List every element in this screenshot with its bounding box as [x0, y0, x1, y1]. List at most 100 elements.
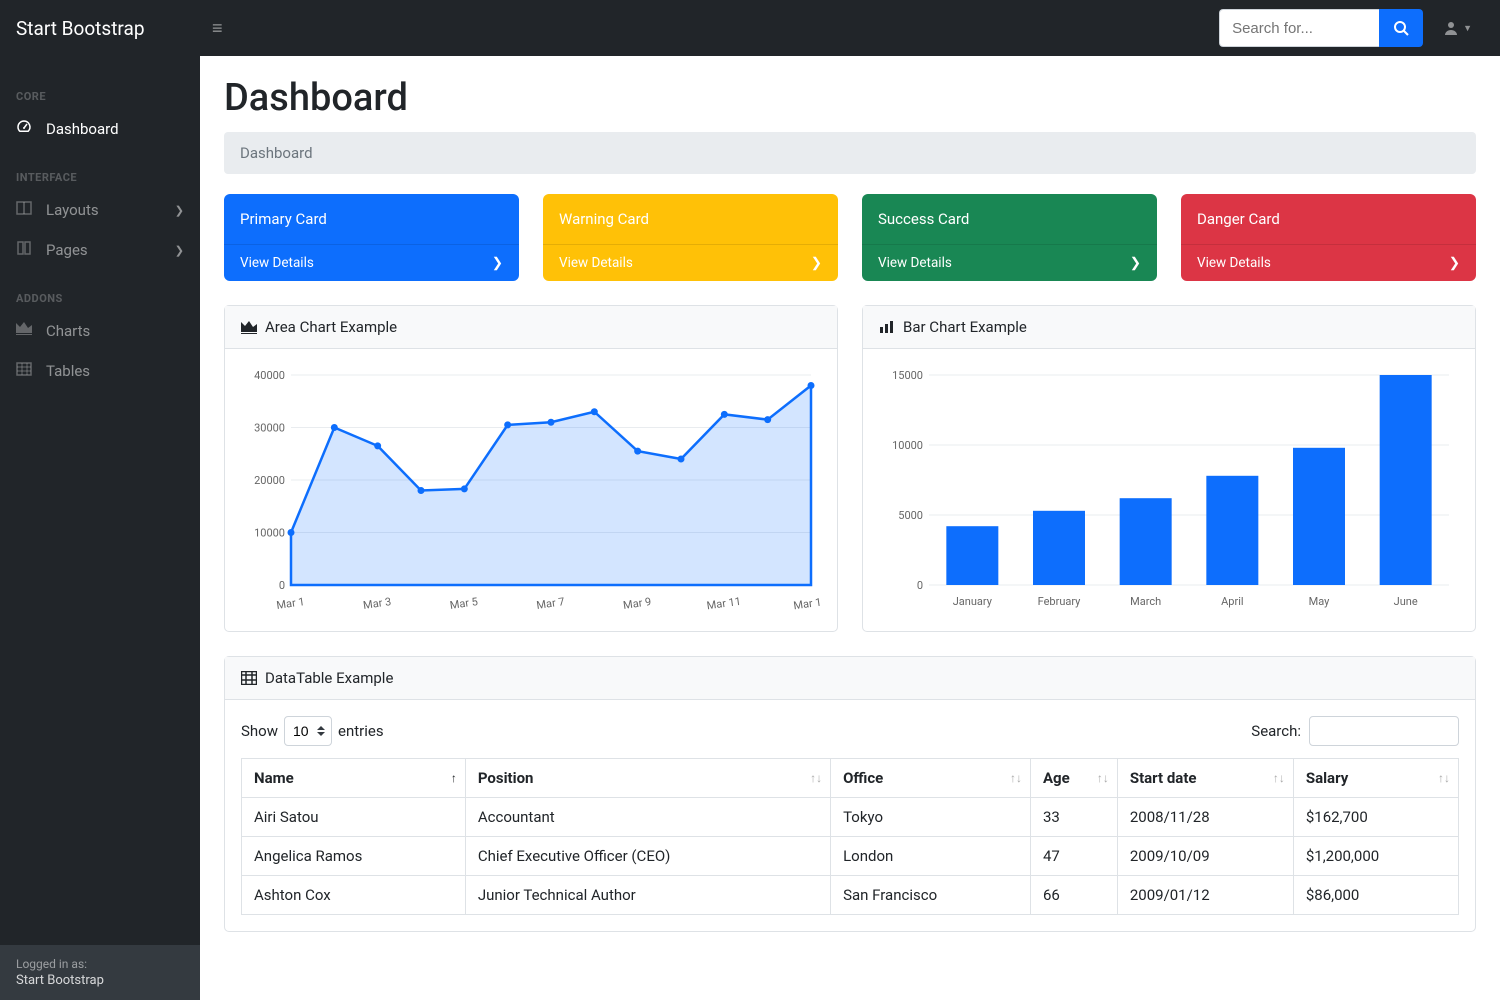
table-row: Angelica RamosChief Executive Officer (C… [242, 837, 1459, 876]
primary-card: Primary CardView Details❯ [224, 194, 519, 281]
table-cell: 2009/01/12 [1117, 876, 1293, 915]
table-cell: San Francisco [831, 876, 1031, 915]
table-icon [241, 671, 257, 685]
svg-text:February: February [1038, 595, 1082, 608]
svg-text:30000: 30000 [254, 422, 285, 435]
sidebar-item-label: Dashboard [46, 120, 119, 138]
chevron-right-icon: ❯ [492, 255, 503, 271]
view-details-link[interactable]: View Details❯ [1181, 244, 1476, 281]
sidebar-item-tables[interactable]: Tables [0, 351, 200, 391]
user-icon [1443, 20, 1459, 36]
table-cell: 66 [1030, 876, 1117, 915]
warning-card: Warning CardView Details❯ [543, 194, 838, 281]
table-row: Airi SatouAccountantTokyo332008/11/28$16… [242, 798, 1459, 837]
svg-text:Mar 1: Mar 1 [276, 595, 306, 612]
sidebar-item-pages[interactable]: Pages❯ [0, 230, 200, 270]
book-icon [16, 240, 38, 260]
table-cell: Tokyo [831, 798, 1031, 837]
columns-icon [16, 200, 38, 220]
area-chart-icon [241, 320, 257, 334]
column-header[interactable]: Position↑↓ [465, 759, 830, 798]
sort-icon: ↑↓ [1010, 771, 1022, 785]
hamburger-icon: ≡ [212, 18, 223, 38]
view-details-link[interactable]: View Details❯ [543, 244, 838, 281]
sidebar-item-layouts[interactable]: Layouts❯ [0, 190, 200, 230]
svg-text:15000: 15000 [892, 369, 923, 382]
table-row: Ashton CoxJunior Technical AuthorSan Fra… [242, 876, 1459, 915]
page-title: Dashboard [224, 76, 1476, 120]
sort-icon: ↑↓ [1273, 771, 1285, 785]
datatable-panel: DataTable Example Show 10 entries Search… [224, 656, 1476, 932]
svg-text:20000: 20000 [254, 474, 285, 487]
svg-text:40000: 40000 [254, 369, 285, 382]
column-header[interactable]: Salary↑↓ [1293, 759, 1458, 798]
search-button[interactable] [1379, 9, 1423, 47]
length-prefix: Show [241, 722, 278, 740]
breadcrumb: Dashboard [224, 132, 1476, 174]
search-label: Search: [1251, 722, 1301, 740]
sidebar-heading: ADDONS [0, 270, 200, 311]
data-table: Name↑Position↑↓Office↑↓Age↑↓Start date↑↓… [241, 758, 1459, 915]
sort-icon: ↑↓ [1097, 771, 1109, 785]
logged-in-label: Logged in as: [16, 957, 184, 971]
svg-text:June: June [1394, 595, 1418, 608]
sidebar-item-label: Charts [46, 322, 90, 340]
chart-icon [16, 321, 38, 341]
datatable-length: Show 10 entries [241, 716, 384, 746]
success-card: Success CardView Details❯ [862, 194, 1157, 281]
chevron-right-icon: ❯ [811, 255, 822, 271]
table-cell: Accountant [465, 798, 830, 837]
table-cell: $1,200,000 [1293, 837, 1458, 876]
view-details-link[interactable]: View Details❯ [862, 244, 1157, 281]
svg-text:Mar 11: Mar 11 [706, 595, 742, 613]
area-chart-title: Area Chart Example [265, 318, 397, 336]
sort-icon: ↑↓ [1438, 771, 1450, 785]
search-group [1219, 9, 1423, 47]
sidebar-toggle-button[interactable]: ≡ [204, 10, 231, 47]
table-cell: 2009/10/09 [1117, 837, 1293, 876]
user-menu[interactable]: ▼ [1431, 12, 1484, 44]
sidebar: CORE Dashboard INTERFACELayouts❯Pages❯ADDO… [0, 56, 200, 1000]
sidebar-heading: CORE [0, 68, 200, 109]
svg-text:March: March [1130, 595, 1161, 608]
column-header[interactable]: Age↑↓ [1030, 759, 1117, 798]
table-cell: London [831, 837, 1031, 876]
length-suffix: entries [338, 722, 384, 740]
brand[interactable]: Start Bootstrap [16, 17, 204, 40]
card-title: Warning Card [543, 194, 838, 244]
column-header[interactable]: Office↑↓ [831, 759, 1031, 798]
table-cell: Junior Technical Author [465, 876, 830, 915]
sidebar-footer: Logged in as: Start Bootstrap [0, 945, 200, 1000]
datatable-search: Search: [1251, 716, 1459, 746]
svg-text:May: May [1309, 595, 1331, 608]
table-cell: Airi Satou [242, 798, 466, 837]
sidebar-item-charts[interactable]: Charts [0, 311, 200, 351]
view-details-link[interactable]: View Details❯ [224, 244, 519, 281]
svg-text:Mar 3: Mar 3 [362, 595, 392, 612]
datatable-title: DataTable Example [265, 669, 393, 687]
datatable-search-input[interactable] [1309, 716, 1459, 746]
table-cell: $162,700 [1293, 798, 1458, 837]
table-icon [16, 361, 38, 381]
bar-chart-title: Bar Chart Example [903, 318, 1027, 336]
chevron-right-icon: ❯ [1130, 255, 1141, 271]
table-cell: Ashton Cox [242, 876, 466, 915]
length-select[interactable]: 10 [284, 716, 332, 746]
danger-card: Danger CardView Details❯ [1181, 194, 1476, 281]
column-header[interactable]: Start date↑↓ [1117, 759, 1293, 798]
sidebar-heading: INTERFACE [0, 149, 200, 190]
logged-in-name: Start Bootstrap [16, 973, 184, 988]
search-input[interactable] [1219, 9, 1379, 47]
bar-chart-icon [879, 320, 895, 334]
gauge-icon [16, 119, 38, 139]
sidebar-item-dashboard[interactable]: Dashboard [0, 109, 200, 149]
search-icon [1393, 20, 1409, 36]
column-header[interactable]: Name↑ [242, 759, 466, 798]
topbar: Start Bootstrap ≡ ▼ [0, 0, 1500, 56]
caret-down-icon: ▼ [1463, 23, 1472, 34]
card-title: Primary Card [224, 194, 519, 244]
card-title: Danger Card [1181, 194, 1476, 244]
stat-card-row: Primary CardView Details❯Warning CardVie… [224, 194, 1476, 281]
svg-text:10000: 10000 [892, 439, 923, 452]
bar-chart: 050001000015000JanuaryFebruaryMarchApril… [879, 365, 1459, 615]
